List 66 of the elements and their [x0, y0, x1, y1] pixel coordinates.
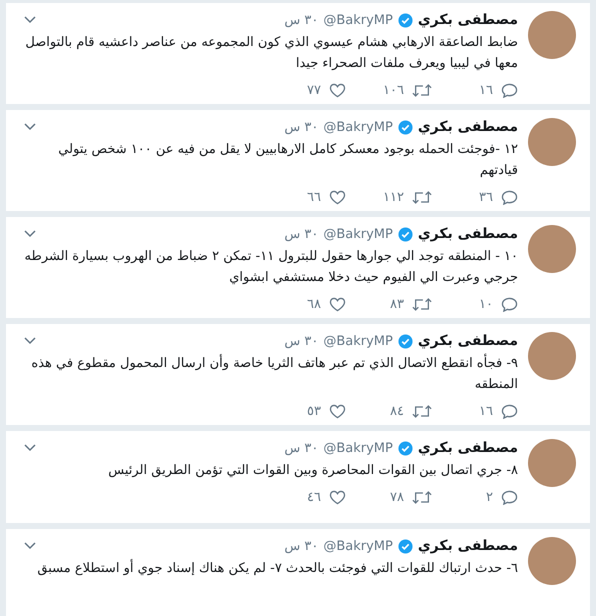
retweet-count: ٨٤ — [390, 404, 404, 418]
tweet-text: ضابط الصاعقة الارهابي هشام عيسوي الذي كون المجموعه من عناصر داعشيه قام بالتواصل معها في ليبيا ويعرف ملفات الصحراء جيدا — [24, 34, 518, 73]
retweet-icon[interactable] — [412, 404, 432, 418]
reply-count: ٢ — [486, 490, 493, 504]
tweet-text: ٦- حدث ارتباك للقوات التي فوجئت بالحدث ٧- لم يكن هناك إسناد جوي أو استطلاع مسبق — [36, 558, 518, 578]
user-handle[interactable]: @BakryMP — [323, 334, 393, 348]
timestamp[interactable]: ٣٠ س — [284, 334, 318, 348]
retweet-count: ١١٢ — [383, 190, 404, 204]
retweet-icon[interactable] — [412, 190, 432, 204]
heart-icon[interactable] — [329, 296, 346, 312]
speech-bubble-icon[interactable] — [501, 490, 518, 504]
speech-bubble-icon[interactable] — [501, 404, 518, 418]
timestamp[interactable]: ٣٠ س — [284, 120, 318, 134]
chevron-down-icon[interactable] — [24, 542, 36, 550]
retweet-count: ١٠٦ — [383, 82, 404, 98]
avatar[interactable] — [528, 11, 576, 59]
like-count: ٦٦ — [307, 190, 321, 204]
retweet-icon[interactable] — [412, 82, 432, 98]
chevron-down-icon[interactable] — [24, 16, 36, 24]
heart-icon[interactable] — [329, 190, 346, 204]
retweet-count: ٧٨ — [390, 490, 404, 504]
user-name[interactable]: مصطفى بكري — [418, 440, 518, 456]
user-handle[interactable]: @BakryMP — [323, 226, 393, 242]
avatar[interactable] — [528, 225, 576, 273]
user-handle[interactable]: @BakryMP — [323, 538, 393, 554]
heart-icon[interactable] — [329, 490, 346, 504]
timestamp[interactable]: ٣٠ س — [284, 440, 318, 456]
tweet-text: ١٠ - المنطقه توجد الي جوارها حقول للبترول ١١- تمكن ٢ ضباط من الهروب بسيارة الشرطه جرجي وعبرت الي الفيوم حيث دخلا مستشفي ابشواي — [24, 248, 518, 287]
chevron-down-icon[interactable] — [24, 123, 36, 131]
avatar[interactable] — [528, 118, 576, 166]
user-name[interactable]: مصطفى بكري — [418, 12, 518, 28]
heart-icon[interactable] — [329, 82, 346, 98]
reply-count: ١٦ — [479, 404, 493, 418]
user-name[interactable]: مصطفى بكري — [418, 226, 518, 242]
speech-bubble-icon[interactable] — [501, 82, 518, 98]
chevron-down-icon[interactable] — [24, 230, 36, 238]
speech-bubble-icon[interactable] — [501, 190, 518, 204]
like-count: ٦٨ — [307, 296, 321, 312]
user-handle[interactable]: @BakryMP — [323, 12, 393, 28]
avatar[interactable] — [528, 332, 576, 380]
user-name[interactable]: مصطفى بكري — [418, 538, 518, 554]
heart-icon[interactable] — [329, 404, 346, 418]
user-handle[interactable]: @BakryMP — [323, 120, 393, 134]
like-count: ٧٧ — [307, 82, 321, 98]
timestamp[interactable]: ٣٠ س — [284, 226, 318, 242]
user-handle[interactable]: @BakryMP — [323, 440, 393, 456]
tweet-text: ١٢ -فوجئت الحمله بوجود معسكر كامل الارهابيين لا يقل من فيه عن ١٠٠ شخص يتولي قيادتهم — [57, 141, 518, 180]
user-name[interactable]: مصطفى بكري — [418, 333, 518, 349]
timestamp[interactable]: ٣٠ س — [284, 538, 318, 554]
reply-count: ١٦ — [479, 82, 493, 98]
timestamp[interactable]: ٣٠ س — [284, 12, 318, 28]
avatar[interactable] — [528, 537, 576, 585]
like-count: ٤٦ — [307, 490, 321, 504]
avatar[interactable] — [528, 439, 576, 487]
retweet-icon[interactable] — [412, 490, 432, 504]
retweet-icon[interactable] — [412, 296, 432, 312]
reply-count: ٣٦ — [479, 190, 493, 204]
like-count: ٥٣ — [307, 404, 321, 418]
tweet-text: ٨- جري اتصال بين القوات المحاصرة وبين القوات التي تؤمن الطريق الرئيس — [107, 462, 518, 480]
chevron-down-icon[interactable] — [24, 444, 36, 452]
tweet-text: ٩- فجأه انقطع الاتصال الذي تم عبر هاتف الثريا خاصة وأن ارسال المحمول مقطوع في هذه المنطقه — [24, 353, 518, 395]
speech-bubble-icon[interactable] — [501, 296, 518, 312]
chevron-down-icon[interactable] — [24, 337, 36, 345]
user-name[interactable]: مصطفى بكري — [418, 119, 518, 135]
reply-count: ١٠ — [479, 296, 493, 312]
retweet-count: ٨٣ — [390, 296, 404, 312]
